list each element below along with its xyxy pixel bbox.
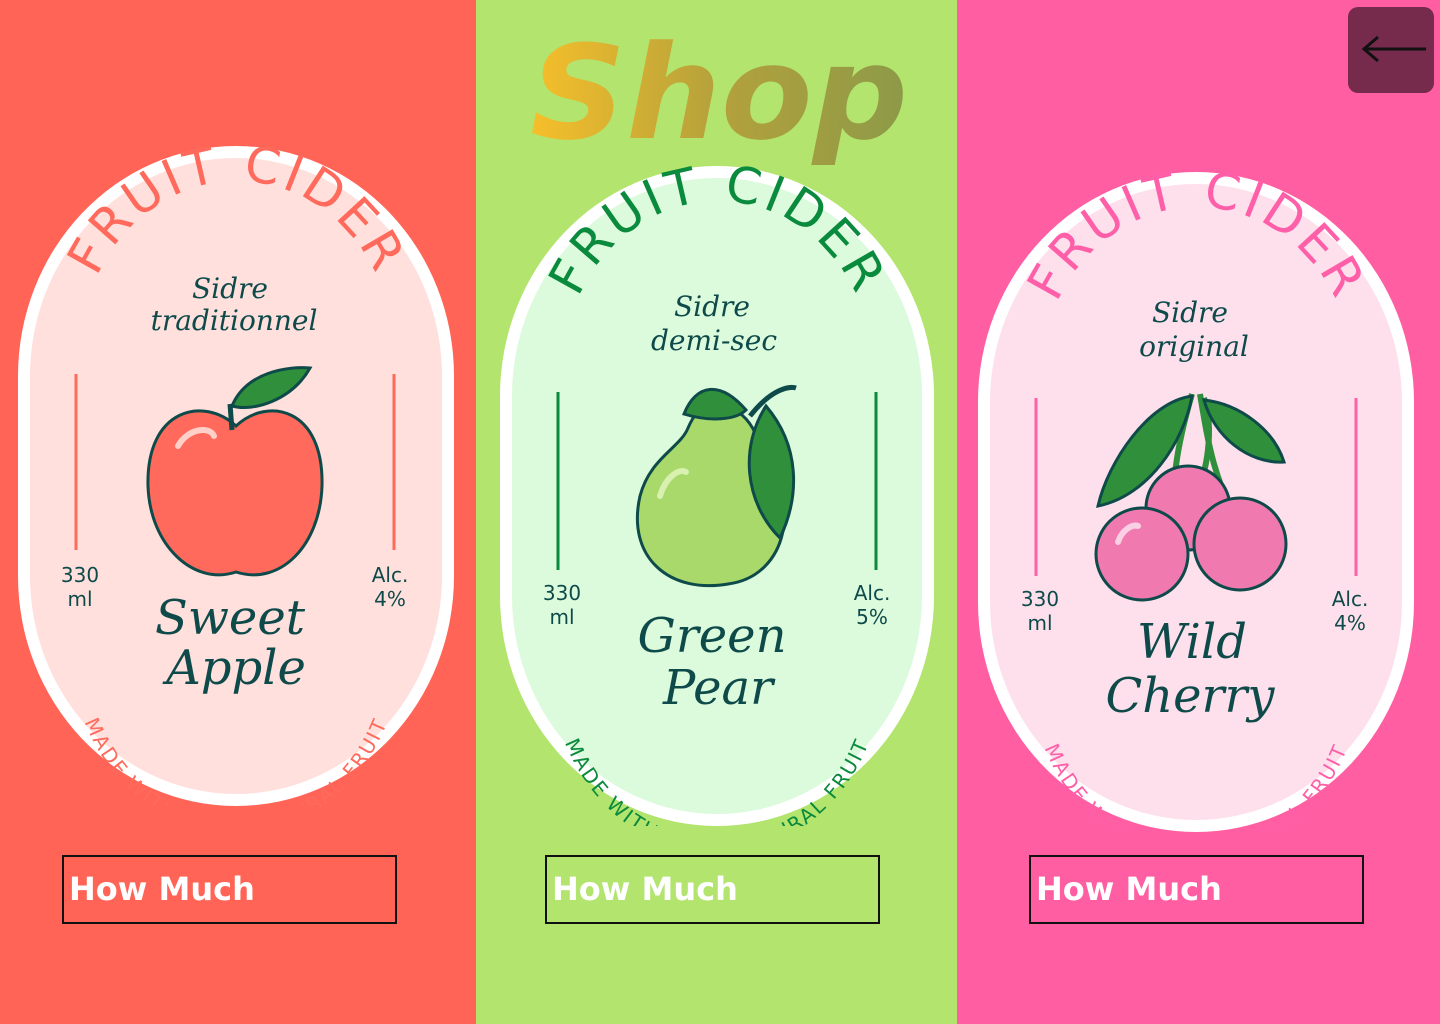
alc-value: 4% xyxy=(1334,611,1366,635)
volume-value: 330 xyxy=(543,581,581,605)
alc-label: Alc. xyxy=(372,563,409,587)
how-much-button-pear[interactable]: How Much xyxy=(545,855,880,924)
alc-label: Alc. xyxy=(1332,587,1369,611)
label-subtitle-2: traditionnel xyxy=(151,304,318,337)
product-name-2: Apple xyxy=(162,640,306,696)
how-much-button-cherry[interactable]: How Much xyxy=(1029,855,1364,924)
volume-value: 330 xyxy=(61,563,99,587)
volume-value: 330 xyxy=(1021,587,1059,611)
label-subtitle-1: Sidre xyxy=(674,290,750,323)
product-name-1: Green xyxy=(637,608,786,664)
product-label-apple: FRUIT CIDER Sidre traditionnel 330 ml Al… xyxy=(18,146,454,806)
page-title-text: Shop xyxy=(530,17,908,169)
product-name-1: Wild xyxy=(1137,614,1247,670)
label-subtitle-2: original xyxy=(1139,330,1249,363)
how-much-button-apple[interactable]: How Much xyxy=(62,855,397,924)
alc-value: 5% xyxy=(856,605,888,629)
product-label-cherry: FRUIT CIDER Sidre original 330 ml Alc. 4… xyxy=(978,172,1414,832)
product-name-2: Pear xyxy=(662,660,776,716)
alc-value: 4% xyxy=(374,587,406,611)
label-subtitle-1: Sidre xyxy=(192,272,268,305)
volume-unit: ml xyxy=(67,587,92,611)
back-button[interactable] xyxy=(1348,7,1434,93)
label-subtitle-1: Sidre xyxy=(1152,296,1228,329)
label-subtitle-2: demi-sec xyxy=(651,324,777,357)
product-label-pear: FRUIT CIDER Sidre demi-sec 330 ml Alc. 5… xyxy=(500,166,934,826)
volume-unit: ml xyxy=(549,605,574,629)
alc-label: Alc. xyxy=(854,581,891,605)
product-name-1: Sweet xyxy=(155,590,306,646)
arrow-left-icon xyxy=(1361,35,1426,63)
page-title: Shop xyxy=(530,17,908,169)
product-name-2: Cherry xyxy=(1105,668,1275,724)
volume-unit: ml xyxy=(1027,611,1052,635)
